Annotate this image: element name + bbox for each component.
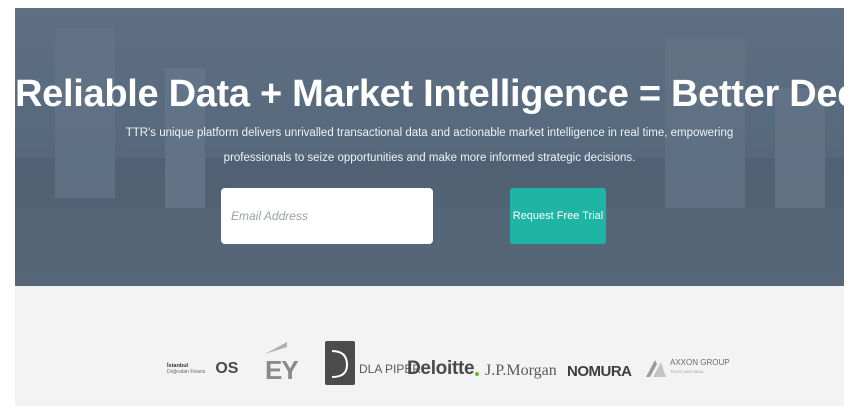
email-input[interactable]: Email Address: [221, 188, 433, 244]
request-free-trial-button[interactable]: Request Free Trial: [510, 188, 606, 244]
jpmorgan-logo-text: J.P.Morgan: [485, 362, 557, 379]
deloitte-logo: Deloitte: [407, 356, 480, 382]
hero-title: Reliable Data + Market Intelligence = Be…: [15, 73, 844, 116]
landing-page: Reliable Data + Market Intelligence = Be…: [0, 0, 849, 412]
nomura-logo-text: NOMURA: [567, 362, 632, 380]
deloitte-logo-text: Deloitte: [407, 358, 475, 379]
axxon-logo-text: AXXON GROUP: [670, 358, 730, 367]
hero-subtitle-line-2: professionals to seize opportunities and…: [223, 152, 636, 164]
hero-subtitle-line-1: TTR's unique platform delivers unrivalle…: [125, 127, 734, 139]
istanbul-logo-mark: OS: [215, 360, 239, 377]
jpmorgan-logo: J.P.Morgan: [485, 358, 557, 384]
dla-piper-mark-icon: [325, 341, 355, 385]
email-placeholder: Email Address: [231, 209, 308, 223]
nomura-logo: NOMURA: [567, 358, 632, 384]
hero-subtitle: TTR's unique platform delivers unrivalle…: [105, 121, 754, 171]
axxon-logo-tagline: TRUST ANY DEAL: [670, 369, 704, 374]
axxon-mark-icon: [646, 360, 666, 377]
client-logos-band: İstanbul Doğrudan Finans OS EY DLA PIPER…: [15, 286, 844, 406]
ey-logo: EY: [263, 338, 299, 388]
istanbul-logo: İstanbul Doğrudan Finans OS: [167, 354, 238, 384]
istanbul-logo-line2: Doğrudan Finans: [167, 369, 206, 375]
axxon-group-logo: AXXON GROUP TRUST ANY DEAL: [645, 352, 730, 382]
hero-section: Reliable Data + Market Intelligence = Be…: [15, 8, 844, 286]
deloitte-dot-icon: [475, 372, 480, 376]
ey-logo-text: EY: [265, 354, 299, 385]
